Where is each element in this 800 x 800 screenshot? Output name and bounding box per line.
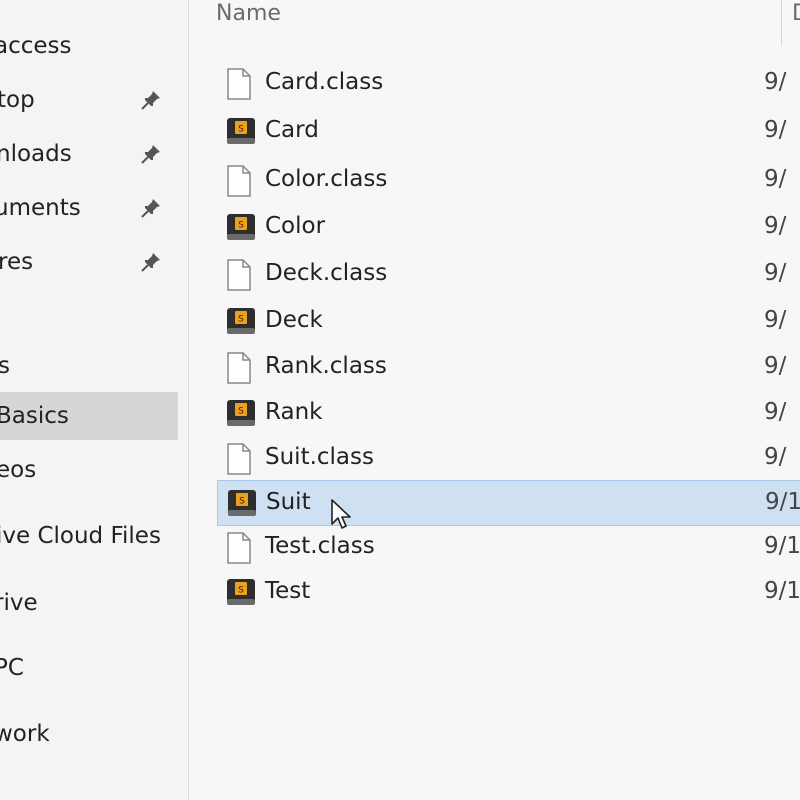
sidebar-item-label: work bbox=[0, 721, 50, 747]
file-name: Test.class bbox=[265, 533, 375, 559]
file-row[interactable]: S Card 9/ bbox=[217, 109, 800, 153]
file-list-pane: Name D Card.class 9/ S Card 9/ Color.cla… bbox=[189, 0, 800, 800]
sidebar-item-quick-access[interactable]: access bbox=[0, 26, 178, 66]
sidebar-item-desktop[interactable]: top bbox=[0, 80, 178, 120]
file-name: Test bbox=[265, 578, 311, 604]
file-row[interactable]: Test.class 9/1 bbox=[217, 525, 800, 569]
file-date: 9/ bbox=[764, 117, 787, 143]
blank-document-icon bbox=[226, 443, 252, 479]
file-date: 9/ bbox=[764, 399, 787, 425]
sidebar-item-label: access bbox=[0, 33, 72, 59]
file-name: Rank bbox=[265, 399, 323, 425]
file-row[interactable]: Rank.class 9/ bbox=[217, 345, 800, 389]
file-row[interactable]: S Test 9/1 bbox=[217, 570, 800, 614]
file-row[interactable]: Deck.class 9/ bbox=[217, 252, 800, 296]
file-row-selected[interactable]: S Suit 9/1 bbox=[217, 480, 800, 526]
file-date: 9/ bbox=[764, 307, 787, 333]
file-row[interactable]: Color.class 9/ bbox=[217, 158, 800, 202]
sidebar-item-downloads[interactable]: nloads bbox=[0, 134, 178, 174]
file-row[interactable]: S Deck 9/ bbox=[217, 299, 800, 343]
sublime-text-file-icon: S bbox=[226, 398, 256, 432]
sublime-text-file-icon: S bbox=[227, 488, 257, 522]
sidebar-item-label: eos bbox=[0, 457, 37, 483]
file-row[interactable]: Card.class 9/ bbox=[217, 61, 800, 105]
sidebar-item-label: PC bbox=[0, 655, 24, 681]
sidebar-item-label: nloads bbox=[0, 141, 72, 167]
file-row[interactable]: Suit.class 9/ bbox=[217, 436, 800, 480]
file-name: Color.class bbox=[265, 166, 388, 192]
svg-text:S: S bbox=[238, 125, 244, 135]
file-date: 9/1 bbox=[765, 489, 800, 515]
sidebar-item-folder[interactable]: s bbox=[0, 346, 178, 386]
sidebar-item-pictures[interactable]: res bbox=[0, 242, 178, 282]
navigation-pane: access top nloads uments res s Basics eo… bbox=[0, 0, 188, 800]
file-date: 9/ bbox=[764, 166, 787, 192]
svg-text:S: S bbox=[238, 315, 244, 325]
pin-icon[interactable] bbox=[140, 143, 162, 165]
file-name: Card bbox=[265, 117, 319, 143]
file-date: 9/ bbox=[764, 444, 787, 470]
file-date: 9/ bbox=[764, 260, 787, 286]
column-header-date[interactable]: D bbox=[781, 0, 800, 46]
blank-document-icon bbox=[226, 259, 252, 295]
file-row[interactable]: S Color 9/ bbox=[217, 205, 800, 249]
sublime-text-file-icon: S bbox=[226, 212, 256, 246]
sidebar-item-label: uments bbox=[0, 195, 81, 221]
file-date: 9/1 bbox=[764, 533, 800, 559]
pin-icon[interactable] bbox=[140, 197, 162, 219]
svg-text:S: S bbox=[239, 497, 245, 507]
sidebar-item-label: top bbox=[0, 87, 35, 113]
sidebar-item-label: ive Cloud Files bbox=[0, 523, 161, 549]
file-date: 9/1 bbox=[764, 578, 800, 604]
file-name: Color bbox=[265, 213, 326, 239]
sidebar-item-network[interactable]: work bbox=[0, 714, 178, 754]
sidebar-item-onedrive[interactable]: rive bbox=[0, 583, 178, 623]
sidebar-item-label: s bbox=[0, 353, 10, 379]
file-name: Deck.class bbox=[265, 260, 388, 286]
file-date: 9/ bbox=[764, 213, 787, 239]
sublime-text-file-icon: S bbox=[226, 306, 256, 340]
mouse-pointer-icon bbox=[330, 498, 356, 536]
blank-document-icon bbox=[226, 532, 252, 568]
blank-document-icon bbox=[226, 68, 252, 104]
file-name: Deck bbox=[265, 307, 323, 333]
file-name: Suit.class bbox=[265, 444, 374, 470]
sidebar-item-label: Basics bbox=[0, 403, 69, 429]
blank-document-icon bbox=[226, 352, 252, 388]
sidebar-item-this-pc[interactable]: PC bbox=[0, 648, 178, 688]
sidebar-item-videos[interactable]: eos bbox=[0, 450, 178, 490]
file-date: 9/ bbox=[764, 69, 787, 95]
pin-icon[interactable] bbox=[140, 89, 162, 111]
sublime-text-file-icon: S bbox=[226, 116, 256, 150]
svg-text:S: S bbox=[238, 407, 244, 417]
file-row[interactable]: S Rank 9/ bbox=[217, 391, 800, 435]
sidebar-item-label: res bbox=[0, 249, 34, 275]
file-name: Card.class bbox=[265, 69, 384, 95]
pin-icon[interactable] bbox=[140, 251, 162, 273]
sidebar-item-label: rive bbox=[0, 590, 38, 616]
sublime-text-file-icon: S bbox=[226, 577, 256, 611]
svg-text:S: S bbox=[238, 221, 244, 231]
column-header-name[interactable]: Name bbox=[216, 0, 281, 28]
file-name: Rank.class bbox=[265, 353, 387, 379]
sidebar-item-creative-cloud-files[interactable]: ive Cloud Files bbox=[0, 516, 178, 556]
sidebar-item-basics[interactable]: Basics bbox=[0, 392, 178, 440]
blank-document-icon bbox=[226, 165, 252, 201]
svg-text:S: S bbox=[238, 586, 244, 596]
file-name: Suit bbox=[266, 489, 311, 515]
sidebar-item-documents[interactable]: uments bbox=[0, 188, 178, 228]
file-date: 9/ bbox=[764, 353, 787, 379]
